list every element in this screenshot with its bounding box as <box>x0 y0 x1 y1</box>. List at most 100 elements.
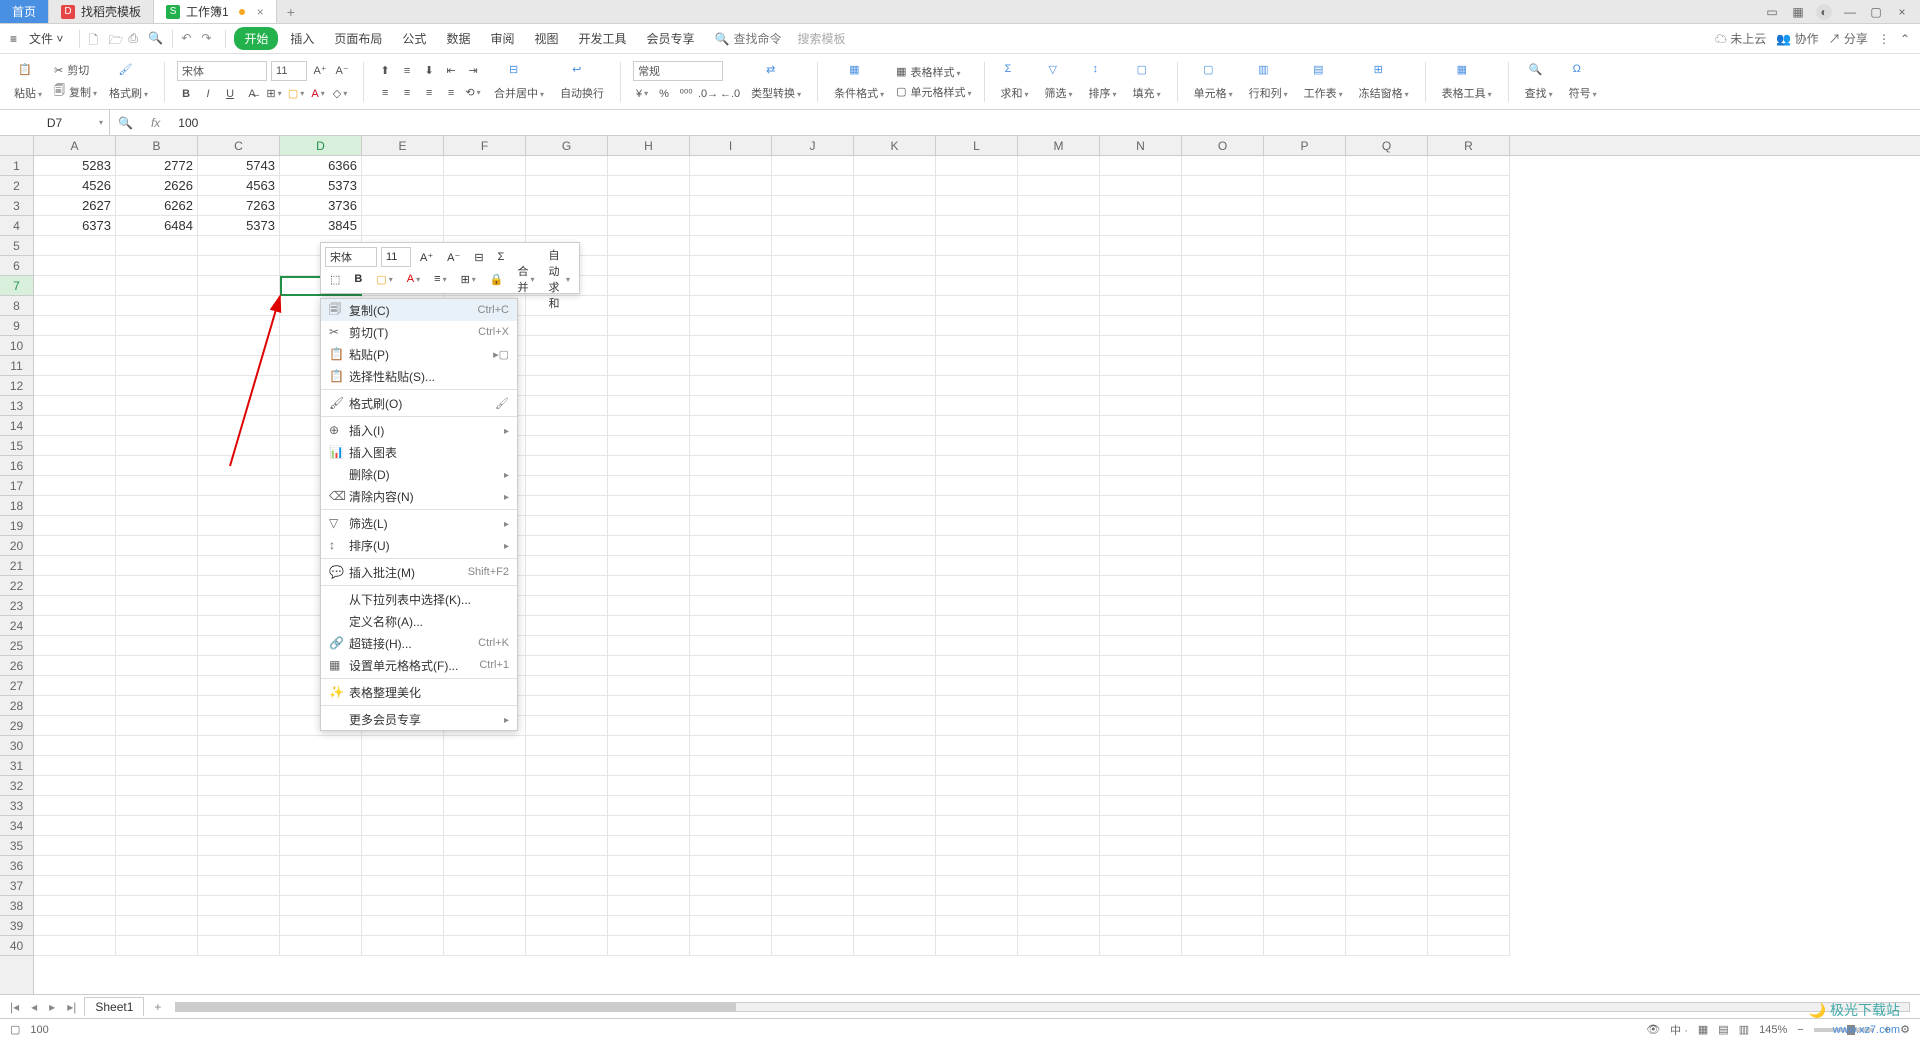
cell-P6[interactable] <box>1264 256 1346 276</box>
redo-icon[interactable]: ↷ <box>201 31 217 47</box>
user-avatar-icon[interactable]: ◐ <box>1816 4 1832 20</box>
cell-R22[interactable] <box>1428 576 1510 596</box>
cell-J19[interactable] <box>772 516 854 536</box>
cell-B34[interactable] <box>116 816 198 836</box>
share-button[interactable]: ↗ 分享 <box>1829 30 1868 47</box>
cell-E35[interactable] <box>362 836 444 856</box>
cell-E34[interactable] <box>362 816 444 836</box>
percent-icon[interactable]: % <box>655 85 673 103</box>
cell-A20[interactable] <box>34 536 116 556</box>
cell-R23[interactable] <box>1428 596 1510 616</box>
cell-J11[interactable] <box>772 356 854 376</box>
cell-J24[interactable] <box>772 616 854 636</box>
row-header-19[interactable]: 19 <box>0 516 33 536</box>
cell-K9[interactable] <box>854 316 936 336</box>
ctx-sort[interactable]: ↕排序(U) <box>321 534 517 556</box>
cell-N23[interactable] <box>1100 596 1182 616</box>
cell-A11[interactable] <box>34 356 116 376</box>
cell-O21[interactable] <box>1182 556 1264 576</box>
mini-align-icon[interactable]: ≡ <box>429 269 451 289</box>
cell-I6[interactable] <box>690 256 772 276</box>
tab-page-layout[interactable]: 页面布局 <box>326 26 390 51</box>
cell-G28[interactable] <box>526 696 608 716</box>
cell-P37[interactable] <box>1264 876 1346 896</box>
cell-O20[interactable] <box>1182 536 1264 556</box>
cell-O12[interactable] <box>1182 376 1264 396</box>
cell-P27[interactable] <box>1264 676 1346 696</box>
cell-J30[interactable] <box>772 736 854 756</box>
type-convert-button[interactable]: ⇄类型转换 <box>747 63 805 101</box>
cell-O30[interactable] <box>1182 736 1264 756</box>
mini-fill-color-icon[interactable]: ▢ <box>371 269 397 289</box>
cell-M38[interactable] <box>1018 896 1100 916</box>
cell-I14[interactable] <box>690 416 772 436</box>
cell-D33[interactable] <box>280 796 362 816</box>
cell-M15[interactable] <box>1018 436 1100 456</box>
col-header-P[interactable]: P <box>1264 136 1346 155</box>
cell-A22[interactable] <box>34 576 116 596</box>
row-header-26[interactable]: 26 <box>0 656 33 676</box>
cell-G10[interactable] <box>526 336 608 356</box>
cell-G19[interactable] <box>526 516 608 536</box>
cell-B27[interactable] <box>116 676 198 696</box>
cell-L27[interactable] <box>936 676 1018 696</box>
cell-C10[interactable] <box>198 336 280 356</box>
cell-R26[interactable] <box>1428 656 1510 676</box>
cell-I10[interactable] <box>690 336 772 356</box>
cell-L26[interactable] <box>936 656 1018 676</box>
cell-G8[interactable] <box>526 296 608 316</box>
cell-B31[interactable] <box>116 756 198 776</box>
cell-H25[interactable] <box>608 636 690 656</box>
cell-H17[interactable] <box>608 476 690 496</box>
cell-B16[interactable] <box>116 456 198 476</box>
cell-K22[interactable] <box>854 576 936 596</box>
cell-K36[interactable] <box>854 856 936 876</box>
cell-K19[interactable] <box>854 516 936 536</box>
cell-A38[interactable] <box>34 896 116 916</box>
row-header-6[interactable]: 6 <box>0 256 33 276</box>
cell-J29[interactable] <box>772 716 854 736</box>
cell-R25[interactable] <box>1428 636 1510 656</box>
cell-B17[interactable] <box>116 476 198 496</box>
cell-D37[interactable] <box>280 876 362 896</box>
cell-H1[interactable] <box>608 156 690 176</box>
cell-F30[interactable] <box>444 736 526 756</box>
cell-A19[interactable] <box>34 516 116 536</box>
cell-R13[interactable] <box>1428 396 1510 416</box>
cell-K33[interactable] <box>854 796 936 816</box>
conditional-format-button[interactable]: ▦条件格式 <box>830 63 888 101</box>
cell-N10[interactable] <box>1100 336 1182 356</box>
cell-K34[interactable] <box>854 816 936 836</box>
fx-icon[interactable]: fx <box>141 116 170 130</box>
row-header-17[interactable]: 17 <box>0 476 33 496</box>
cell-I16[interactable] <box>690 456 772 476</box>
cell-C21[interactable] <box>198 556 280 576</box>
cell-N8[interactable] <box>1100 296 1182 316</box>
cell-O24[interactable] <box>1182 616 1264 636</box>
ctx-cut[interactable]: ✂剪切(T)Ctrl+X <box>321 321 517 343</box>
cell-G18[interactable] <box>526 496 608 516</box>
cell-K26[interactable] <box>854 656 936 676</box>
table-style-button[interactable]: 表格样式 <box>911 64 961 80</box>
cell-L34[interactable] <box>936 816 1018 836</box>
cell-R11[interactable] <box>1428 356 1510 376</box>
cell-A8[interactable] <box>34 296 116 316</box>
cell-B25[interactable] <box>116 636 198 656</box>
ctx-paste-special[interactable]: 📋选择性粘贴(S)... <box>321 365 517 387</box>
cell-B15[interactable] <box>116 436 198 456</box>
cell-L12[interactable] <box>936 376 1018 396</box>
ctx-delete[interactable]: 删除(D) <box>321 463 517 485</box>
cell-Q31[interactable] <box>1346 756 1428 776</box>
row-header-5[interactable]: 5 <box>0 236 33 256</box>
cell-B13[interactable] <box>116 396 198 416</box>
cell-N11[interactable] <box>1100 356 1182 376</box>
cell-R6[interactable] <box>1428 256 1510 276</box>
horizontal-scrollbar[interactable] <box>175 1002 1910 1012</box>
cell-P10[interactable] <box>1264 336 1346 356</box>
cell-I37[interactable] <box>690 876 772 896</box>
sheet-prev-icon[interactable]: ◂ <box>27 1000 41 1014</box>
cell-K1[interactable] <box>854 156 936 176</box>
cell-K28[interactable] <box>854 696 936 716</box>
row-header-27[interactable]: 27 <box>0 676 33 696</box>
cell-Q3[interactable] <box>1346 196 1428 216</box>
